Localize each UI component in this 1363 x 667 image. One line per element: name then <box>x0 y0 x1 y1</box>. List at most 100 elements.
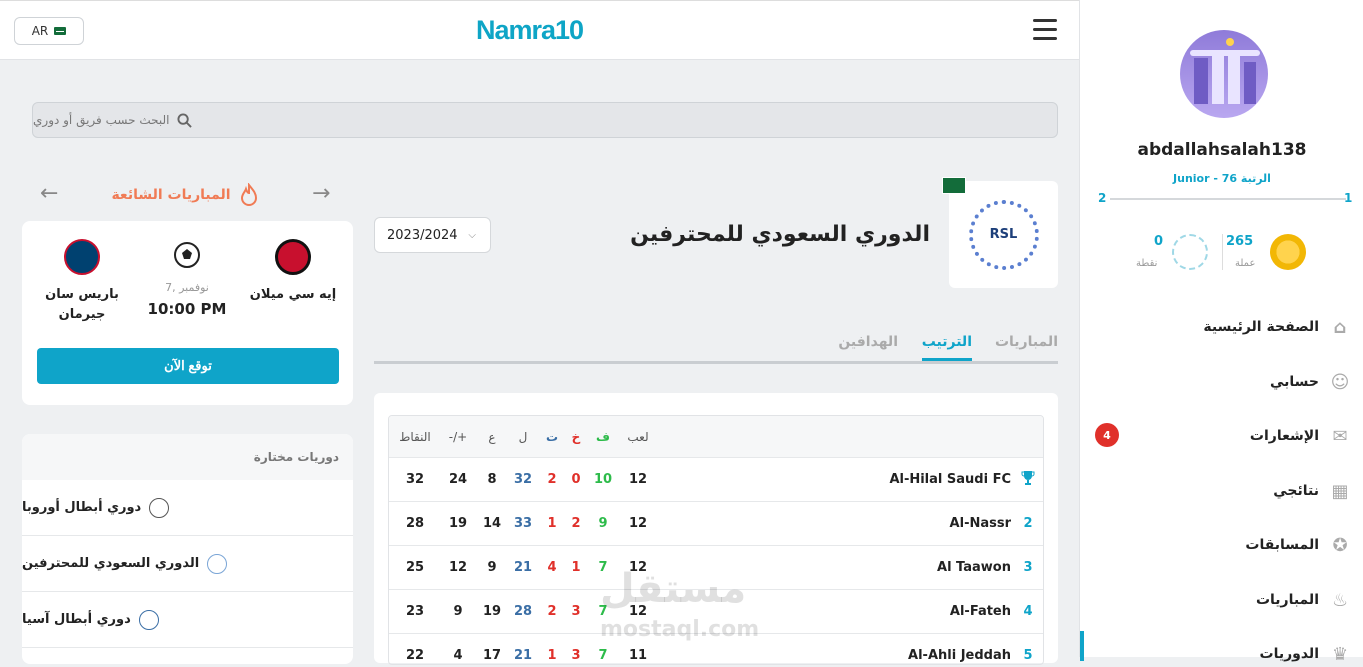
col-gd: -/+ <box>448 429 468 444</box>
nav-notifications[interactable]: ✉ الإشعارات <box>1250 423 1351 449</box>
cell-gd: 19 <box>448 516 468 531</box>
rsl-logo-icon: RSL <box>968 199 1039 270</box>
team-cell[interactable]: 2 Al-Nassr <box>950 502 1035 545</box>
ac-milan-logo-icon <box>275 239 311 275</box>
points-label: نقطة <box>1136 258 1158 269</box>
next-arrow-icon[interactable]: → <box>312 183 330 205</box>
away-team-name-line2: جيرمان <box>58 307 106 322</box>
cell-played: 12 <box>628 516 648 531</box>
cell-played: 12 <box>628 472 648 487</box>
season-select[interactable]: 2023/2024 ⌵ <box>374 217 491 253</box>
featured-league-item[interactable]: دوري أبطال أوروبا <box>22 480 353 536</box>
cell-points: 23 <box>405 604 425 619</box>
league-logo: RSL <box>949 181 1058 288</box>
chat-icon: ✉ <box>1332 425 1348 447</box>
featured-league-item[interactable]: دوري أبطال آسيا <box>22 592 353 648</box>
col-played: لعب <box>627 429 649 444</box>
trending-title: المباريات الشائعة <box>100 181 270 209</box>
tab-matches[interactable]: المباريات <box>995 334 1058 358</box>
fire-icon: ♨ <box>1331 589 1349 611</box>
cell-gd: 9 <box>453 604 463 619</box>
football-icon <box>174 242 200 268</box>
menu-icon[interactable] <box>1033 19 1057 41</box>
nav-leagues[interactable]: ♛ الدوريات <box>1260 641 1352 667</box>
featured-league-label: دوري أبطال آسيا <box>22 612 131 627</box>
prev-arrow-icon[interactable]: ← <box>40 183 58 205</box>
nav-results[interactable]: ▦ نتائجي <box>1273 478 1351 504</box>
points-value: 0 <box>1154 234 1164 249</box>
cell-gf: 33 <box>513 516 533 531</box>
table-row[interactable]: 12 10 0 2 32 8 24 32 Al-Hilal Saudi FC <box>389 458 1043 502</box>
trending-title-text: المباريات الشائعة <box>111 187 231 203</box>
coin-icon <box>1270 234 1306 270</box>
cell-gd: 12 <box>448 560 468 575</box>
table-row[interactable]: 12 9 2 1 33 14 19 28 2 Al-Nassr <box>389 502 1043 546</box>
nav-competitions[interactable]: ✪ المسابقات <box>1245 532 1351 558</box>
team-name: Al-Nassr <box>949 516 1011 531</box>
team-name: Al Taawon <box>937 560 1011 575</box>
nav-home[interactable]: ⌂ الصفحة الرئيسية <box>1203 314 1351 340</box>
team-cell[interactable]: Al-Hilal Saudi FC <box>889 458 1035 501</box>
featured-league-label: الدوري السعودي للمحترفين <box>22 556 200 571</box>
team-cell[interactable]: 3 Al Taawon <box>937 546 1035 589</box>
match-card: إيه سي ميلان 7, نوفمبر 10:00 PM باريس سا… <box>22 221 353 405</box>
cell-lost: 4 <box>547 560 557 575</box>
nav-label: المباريات <box>1255 592 1319 608</box>
avatar[interactable] <box>1180 30 1268 118</box>
col-won: ف <box>596 429 610 444</box>
cell-gd: 4 <box>453 648 463 663</box>
psg-logo-icon <box>64 239 100 275</box>
notification-badge: 4 <box>1095 423 1119 447</box>
cell-gf: 28 <box>513 604 533 619</box>
cell-points: 28 <box>405 516 425 531</box>
home-icon: ⌂ <box>1333 316 1347 338</box>
username: abdallahsalah138 <box>1137 140 1307 160</box>
nav-account[interactable]: ☺ حسابي <box>1270 369 1351 395</box>
search-input[interactable]: البحث حسب فريق أو دوري <box>33 113 169 127</box>
position-number: 5 <box>1023 648 1033 663</box>
top-bar: AR Namra10 <box>0 0 1079 60</box>
team-cell[interactable]: 4 Al-Fateh <box>950 590 1035 633</box>
tab-scorers[interactable]: الهدافين <box>838 334 898 358</box>
team-name: Al-Ahli Jeddah <box>908 648 1011 663</box>
home-team[interactable]: إيه سي ميلان <box>243 239 343 305</box>
cell-lost: 1 <box>547 516 557 531</box>
search-bar[interactable]: البحث حسب فريق أو دوري <box>32 102 1058 138</box>
match-time: 10:00 PM <box>147 300 227 318</box>
points-star-icon <box>1172 234 1208 270</box>
featured-league-item[interactable]: الدوري السعودي للمحترفين <box>22 536 353 592</box>
cell-lost: 2 <box>547 604 557 619</box>
nav-matches[interactable]: ♨ المباريات <box>1256 587 1351 613</box>
cell-gf: 32 <box>513 472 533 487</box>
user-icon: ☺ <box>1330 371 1350 393</box>
tab-standings[interactable]: الترتيب <box>921 334 972 361</box>
match-info: 7, نوفمبر 10:00 PM <box>142 241 232 318</box>
table-header: لعب ف خ ت ل ع -/+ النقاط <box>389 416 1043 458</box>
language-selector[interactable]: AR <box>14 17 84 45</box>
nav-label: الدوريات <box>1259 646 1320 662</box>
cell-lost: 2 <box>547 472 557 487</box>
featured-leagues-title: دوريات مختارة <box>22 434 353 480</box>
site-logo[interactable]: Namra10 <box>476 15 584 46</box>
search-icon <box>177 112 193 128</box>
nav-label: نتائجي <box>1273 483 1319 499</box>
cell-points: 25 <box>405 560 425 575</box>
saudi-league-icon <box>207 553 228 574</box>
away-team[interactable]: باريس سان جيرمان <box>32 239 132 325</box>
team-name: Al-Hilal Saudi FC <box>889 472 1011 487</box>
cell-won: 10 <box>593 472 613 487</box>
team-cell[interactable]: 5 Al-Ahli Jeddah <box>908 634 1035 664</box>
cell-won: 9 <box>598 516 608 531</box>
league-tabs: المباريات الترتيب الهدافين <box>374 328 1058 364</box>
col-ga: ع <box>488 429 496 444</box>
trophy-icon: ♛ <box>1331 643 1349 665</box>
featured-league-label: دوري أبطال أوروبا <box>22 500 142 515</box>
nav-label: المسابقات <box>1245 537 1319 553</box>
coins-label: عملة <box>1235 258 1256 269</box>
level-progress-bar <box>1110 198 1346 200</box>
watermark-latin: mostaql.com <box>600 617 760 642</box>
predict-now-button[interactable]: توقع الآن <box>37 348 339 384</box>
col-gf: ل <box>518 429 528 444</box>
position-number: 4 <box>1023 604 1033 619</box>
position-number: 3 <box>1023 560 1033 575</box>
